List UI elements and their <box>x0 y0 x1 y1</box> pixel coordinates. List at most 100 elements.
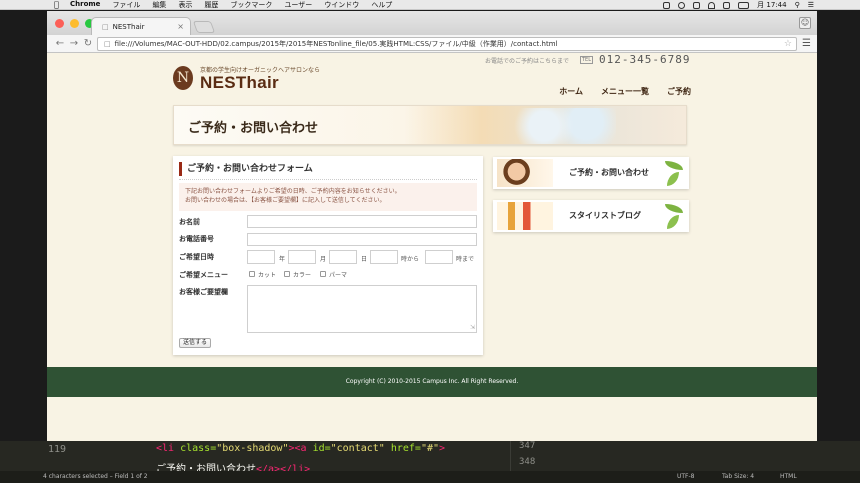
menu-bookmarks[interactable]: ブックマーク <box>230 0 272 10</box>
phone-label-field: お電話番号 <box>179 235 214 243</box>
nav-home[interactable]: ホーム <box>559 86 583 97</box>
hour-to-input[interactable] <box>425 250 453 264</box>
phone-input[interactable] <box>247 233 477 246</box>
code-line[interactable]: <li class="box-shadow"><a id="contact" h… <box>156 443 445 454</box>
sidebar-contact-button[interactable]: ご予約・お問い合わせ <box>493 157 689 189</box>
menu-extras: 月 17:44 ⚲ ☰ <box>663 0 814 10</box>
reload-icon[interactable]: ↻ <box>81 38 95 49</box>
name-input[interactable] <box>247 215 477 228</box>
cut-option-label[interactable]: カット <box>258 270 276 279</box>
cloud-icon[interactable] <box>693 1 701 9</box>
resize-grip-icon[interactable]: ⇲ <box>470 324 475 331</box>
flower-image <box>496 108 616 144</box>
close-window-button[interactable] <box>55 19 64 28</box>
new-tab-button[interactable] <box>192 21 216 33</box>
sidebar-blog-button[interactable]: スタイリストブログ <box>493 200 689 232</box>
line-number: 347 <box>519 441 536 451</box>
global-nav: ホーム メニュー一覧 ご予約 <box>559 86 691 97</box>
code-token: "contact" <box>330 443 385 454</box>
copyright: Copyright (C) 2010-2015 Campus Inc. All … <box>345 378 519 385</box>
tab-size-selector[interactable]: Tab Size: 4 <box>722 473 754 480</box>
spotlight-icon[interactable]: ⚲ <box>795 1 800 9</box>
product-photo <box>497 202 553 230</box>
menu-file[interactable]: ファイル <box>112 0 140 10</box>
nav-reservation[interactable]: ご予約 <box>667 86 691 97</box>
menu-window[interactable]: ウインドウ <box>324 0 359 10</box>
encoding-selector[interactable]: UTF-8 <box>677 473 695 480</box>
hour-from-input[interactable] <box>370 250 398 264</box>
menu-app-chrome[interactable]: Chrome <box>70 0 100 10</box>
form-heading: ご予約・お問い合わせフォーム <box>179 162 313 176</box>
volume-icon[interactable] <box>723 1 731 9</box>
line-number: 348 <box>519 457 536 467</box>
nav-menu[interactable]: メニュー一覧 <box>601 86 649 97</box>
menu-label: ご希望メニュー <box>179 271 228 279</box>
sidebar-contact-label: ご予約・お問い合わせ <box>569 168 649 177</box>
perm-option-label[interactable]: パーマ <box>329 270 347 279</box>
menu-items: Chrome ファイル 編集 表示 履歴 ブックマーク ユーザー ウインドウ ヘ… <box>70 0 392 10</box>
menu-user[interactable]: ユーザー <box>284 0 312 10</box>
menu-view[interactable]: 表示 <box>178 0 192 10</box>
hour-to-unit: 時まで <box>456 256 475 263</box>
menu-help[interactable]: ヘルプ <box>371 0 392 10</box>
apple-icon[interactable]:  <box>54 0 59 10</box>
editor-right-pane: 347 348 <box>510 441 860 471</box>
eye-icon[interactable] <box>678 1 686 9</box>
code-token: > <box>439 443 446 454</box>
line-number: 119 <box>48 444 67 455</box>
notice-line: 下記お問い合わせフォームよりご希望の日時、ご予約内容をお知らせください。 <box>185 188 401 195</box>
address-bar[interactable]: □ file:///Volumes/MAC-OUT-HDD/02.campus/… <box>97 37 797 51</box>
status-icon[interactable] <box>663 1 671 9</box>
chrome-menu-icon[interactable]: ☰ <box>802 38 811 49</box>
selection-status: 4 characters selected – Field 1 of 2 <box>43 473 148 480</box>
site-footer: Copyright (C) 2010-2015 Campus Inc. All … <box>47 367 817 397</box>
page-banner: ご予約・お問い合わせ <box>173 105 687 145</box>
editor-status-bar: 4 characters selected – Field 1 of 2 UTF… <box>0 471 860 483</box>
menu-clock[interactable]: 月 17:44 <box>757 0 786 10</box>
code-token: "box-shadow" <box>216 443 289 454</box>
code-token: ><a <box>288 443 307 454</box>
cut-checkbox[interactable] <box>249 271 255 277</box>
wifi-icon[interactable] <box>708 1 716 9</box>
year-input[interactable] <box>247 250 275 264</box>
minimize-window-button[interactable] <box>70 19 79 28</box>
year-unit: 年 <box>279 256 286 263</box>
window-controls <box>55 19 94 28</box>
page-title: ご予約・お問い合わせ <box>188 121 319 136</box>
phone-number: 012-345-6789 <box>599 53 691 66</box>
sidebar-blog-label: スタイリストブログ <box>569 211 641 220</box>
battery-icon[interactable] <box>738 1 750 9</box>
browser-tab[interactable]: □ NESThair × <box>91 17 191 35</box>
web-page: N 京都の学生向けオーガニックヘアサロンなら NESThair お電話でのご予約… <box>47 53 817 441</box>
month-input[interactable] <box>288 250 316 264</box>
color-option-label[interactable]: カラー <box>293 270 311 279</box>
name-label: お名前 <box>179 218 200 226</box>
divider <box>179 179 477 180</box>
day-unit: 日 <box>361 256 368 263</box>
request-textarea[interactable]: ⇲ <box>247 285 477 333</box>
perm-checkbox[interactable] <box>320 271 326 277</box>
tel-icon: TEL <box>580 56 593 64</box>
address-url: file:///Volumes/MAC-OUT-HDD/02.campus/20… <box>114 40 558 48</box>
day-input[interactable] <box>329 250 357 264</box>
leaf-icon <box>663 159 685 187</box>
color-checkbox[interactable] <box>284 271 290 277</box>
profile-icon[interactable]: ☺ <box>799 17 811 29</box>
menu-edit[interactable]: 編集 <box>152 0 166 10</box>
stylist-photo <box>497 159 553 187</box>
bookmark-star-icon[interactable]: ☆ <box>784 39 792 49</box>
site-logo[interactable]: NESThair <box>200 73 279 93</box>
back-arrow-icon[interactable]: ← <box>53 38 67 49</box>
tab-title: NESThair <box>112 22 145 31</box>
submit-button[interactable]: 送信する <box>179 338 211 348</box>
code-token: href= <box>390 443 421 454</box>
phone-label: お電話でのご予約はこちらまで <box>485 58 570 65</box>
month-unit: 月 <box>320 256 327 263</box>
close-tab-icon[interactable]: × <box>177 22 184 31</box>
logo-mark[interactable]: N <box>173 66 193 90</box>
menu-history[interactable]: 履歴 <box>204 0 218 10</box>
syntax-selector[interactable]: HTML <box>780 473 797 480</box>
forward-arrow-icon[interactable]: → <box>67 38 81 49</box>
notification-center-icon[interactable]: ☰ <box>808 1 814 9</box>
contact-form: ご予約・お問い合わせフォーム 下記お問い合わせフォームよりご希望の日時、ご予約内… <box>173 156 483 355</box>
